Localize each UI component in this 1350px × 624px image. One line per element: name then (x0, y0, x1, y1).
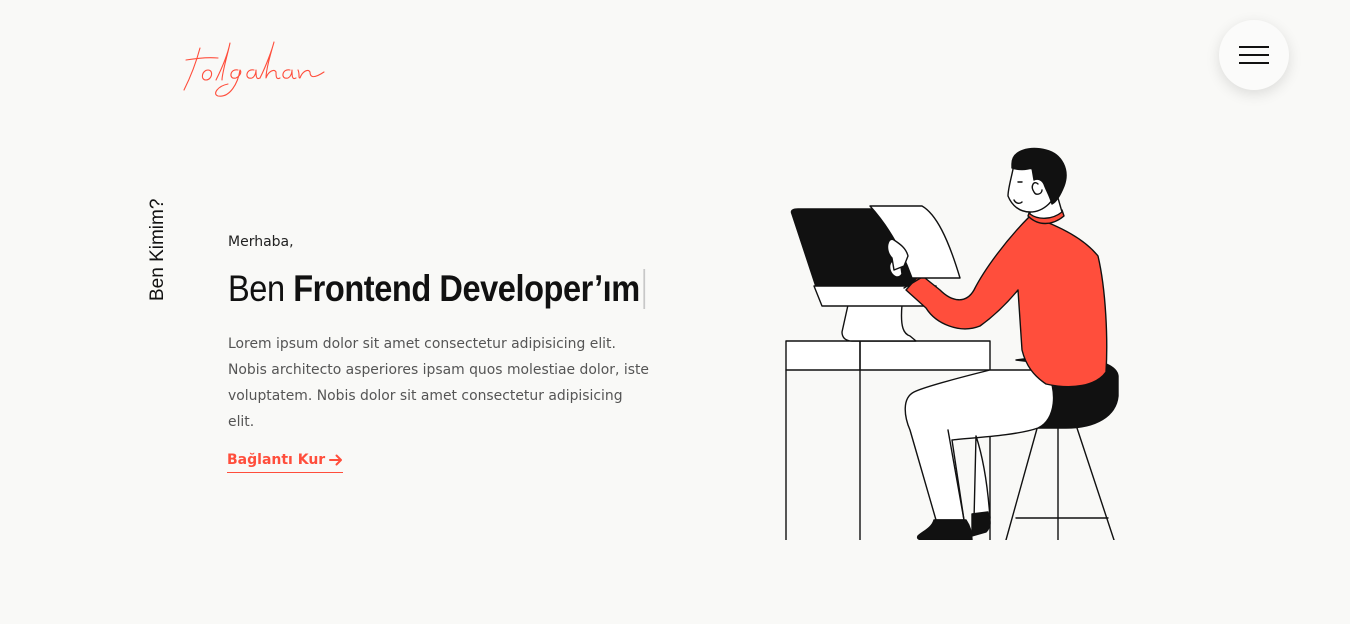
greeting: Merhaba, (228, 234, 294, 250)
hamburger-menu-icon (1239, 46, 1269, 48)
headline: Ben Frontend Developer’ım (228, 268, 646, 310)
contact-link-label: Bağlantı Kur (227, 452, 326, 468)
typing-cursor (643, 269, 646, 309)
stool-illustration (1005, 424, 1115, 540)
hero-description: Lorem ipsum dolor sit amet consectetur a… (228, 336, 650, 430)
logo[interactable] (178, 28, 338, 108)
headline-role: Frontend Developer’ım (293, 268, 640, 309)
hamburger-menu-icon-line (1239, 54, 1269, 56)
contact-link[interactable]: Bağlantı Kur (227, 452, 344, 473)
menu-button[interactable] (1219, 20, 1289, 90)
headline-prefix: Ben (228, 268, 294, 309)
page: Ben Kimim? Merhaba, Ben Frontend Develop… (0, 0, 1350, 624)
side-label: Ben Kimim? (147, 198, 168, 301)
developer-illustration (785, 147, 1119, 540)
hamburger-menu-icon-line (1239, 62, 1269, 64)
arrow-right-icon (329, 454, 343, 466)
